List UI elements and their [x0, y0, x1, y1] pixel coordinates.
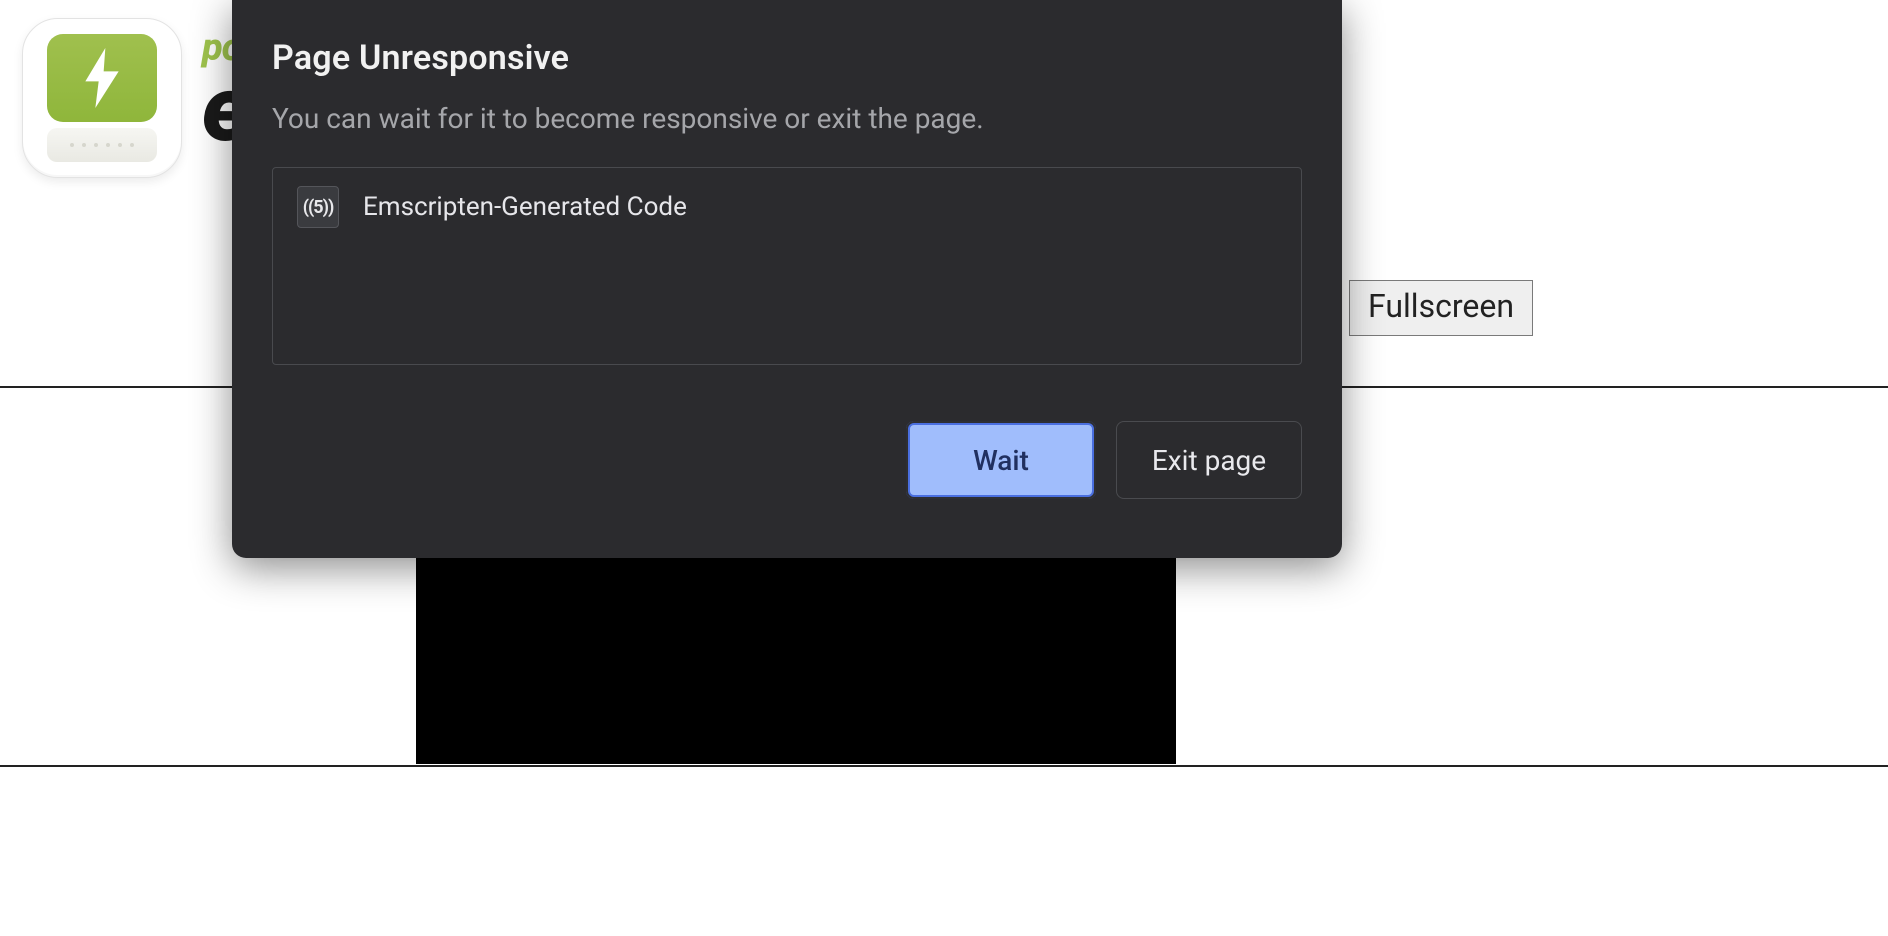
unresponsive-page-label: Emscripten-Generated Code: [363, 192, 687, 222]
fullscreen-button[interactable]: Fullscreen: [1349, 280, 1533, 336]
logo-tile: [47, 34, 157, 122]
dialog-actions: Wait Exit page: [272, 421, 1302, 499]
dialog-title: Page Unresponsive: [272, 38, 1302, 78]
page-favicon-icon: ((5)): [297, 186, 339, 228]
dialog-subtitle: You can wait for it to become responsive…: [272, 102, 1302, 135]
wait-button[interactable]: Wait: [906, 421, 1096, 499]
unresponsive-page-item: ((5)) Emscripten-Generated Code: [297, 186, 1277, 228]
unresponsive-dialog: Page Unresponsive You can wait for it to…: [232, 0, 1342, 558]
dialog-page-list: ((5)) Emscripten-Generated Code: [272, 167, 1302, 365]
bolt-icon: [82, 48, 122, 108]
app-logo: [22, 18, 182, 178]
divider-bottom: [0, 765, 1888, 767]
logo-base: [47, 128, 157, 162]
exit-page-button[interactable]: Exit page: [1116, 421, 1302, 499]
